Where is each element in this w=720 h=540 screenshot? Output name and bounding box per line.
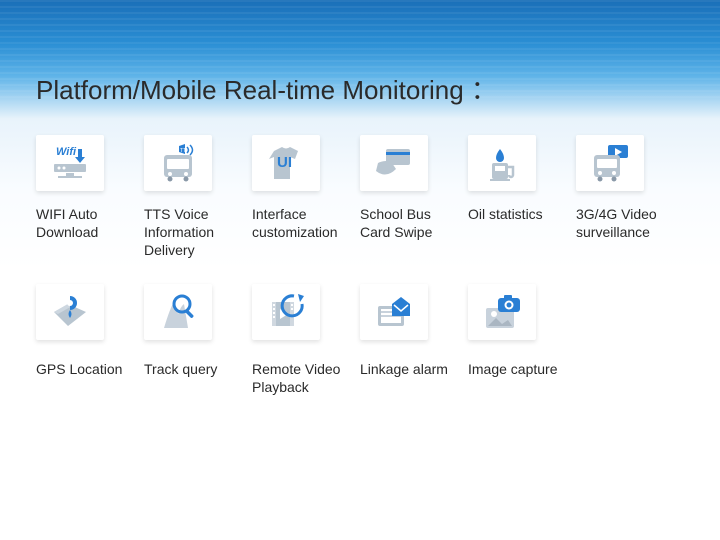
feature-label: TTS Voice Information Delivery <box>144 205 244 260</box>
feature-remote-playback: Remote Video Playback <box>252 284 352 396</box>
feature-tts-voice: TTS TTS Voice Information Delivery <box>144 135 244 260</box>
page-title: Platform/Mobile Real-time Monitoring ： <box>36 70 684 107</box>
gps-pin-icon <box>36 284 104 340</box>
svg-text:UI: UI <box>277 154 292 171</box>
svg-text:Wifi: Wifi <box>56 146 77 158</box>
camera-image-icon <box>468 284 536 340</box>
feature-label: Linkage alarm <box>360 360 448 378</box>
feature-image-capture: Image capture <box>468 284 568 396</box>
feature-label: GPS Location <box>36 360 122 378</box>
feature-video-surveillance: 3G/4G Video surveillance <box>576 135 676 260</box>
track-magnifier-icon <box>144 284 212 340</box>
feature-label: Remote Video Playback <box>252 360 352 396</box>
feature-oil-statistics: Oil statistics <box>468 135 568 260</box>
feature-label: School Bus Card Swipe <box>360 205 460 241</box>
feature-label: Image capture <box>468 360 558 378</box>
ui-shirt-icon: UI <box>252 135 320 191</box>
feature-gps-location: GPS Location <box>36 284 136 396</box>
wifi-download-icon: Wifi <box>36 135 104 191</box>
feature-interface-customization: UI Interface customization <box>252 135 352 260</box>
tts-bus-icon: TTS <box>144 135 212 191</box>
fuel-pump-icon <box>468 135 536 191</box>
feature-grid: Wifi WIFI Auto Download TTS <box>36 135 684 396</box>
feature-linkage-alarm: Linkage alarm <box>360 284 460 396</box>
feature-track-query: Track query <box>144 284 244 396</box>
feature-label: Interface customization <box>252 205 352 241</box>
feature-card-swipe: School Bus Card Swipe <box>360 135 460 260</box>
feature-label: Oil statistics <box>468 205 543 223</box>
alarm-mail-icon <box>360 284 428 340</box>
feature-wifi-download: Wifi WIFI Auto Download <box>36 135 136 260</box>
video-bus-icon <box>576 135 644 191</box>
card-swipe-icon <box>360 135 428 191</box>
feature-label: Track query <box>144 360 217 378</box>
slide-content: Platform/Mobile Real-time Monitoring ： W… <box>0 0 720 396</box>
video-playback-icon <box>252 284 320 340</box>
feature-label: WIFI Auto Download <box>36 205 136 241</box>
feature-label: 3G/4G Video surveillance <box>576 205 676 241</box>
